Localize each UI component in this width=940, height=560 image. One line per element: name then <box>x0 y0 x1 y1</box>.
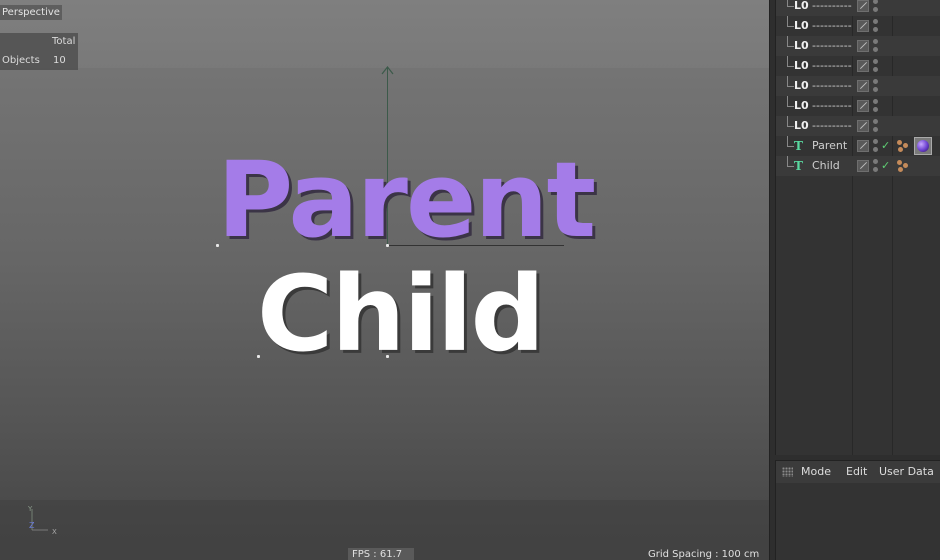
viewport-top-band <box>0 0 769 68</box>
visibility-dots-icon[interactable] <box>873 19 879 33</box>
grid-spacing-readout: Grid Spacing : 100 cm <box>648 549 760 560</box>
tree-branch <box>784 16 794 36</box>
null-icon: L0 <box>794 99 809 112</box>
layer-toggle-icon[interactable] <box>857 40 869 52</box>
tree-branch <box>784 76 794 96</box>
object-manager[interactable]: L0 ---------- L0 ---------- L0 ---------- L0 --… <box>775 0 940 455</box>
layer-toggle-icon[interactable] <box>857 60 869 72</box>
object-row[interactable]: L0 ---------- <box>776 16 940 36</box>
gizmo-x-label: X <box>52 528 57 535</box>
visibility-dots-icon[interactable] <box>873 99 879 113</box>
object-row[interactable]: T Parent ✓ <box>776 136 940 156</box>
visibility-dots-icon[interactable] <box>873 119 879 133</box>
visibility-dots-icon[interactable] <box>873 79 879 93</box>
parent-pivot-point[interactable] <box>386 244 389 247</box>
menu-mode[interactable]: Mode <box>801 461 831 483</box>
tree-branch <box>784 116 794 136</box>
object-row[interactable]: L0 ---------- <box>776 56 940 76</box>
object-name[interactable]: ---------- <box>812 0 852 16</box>
scene-info-hud: Total Objects 10 <box>0 33 78 70</box>
object-name[interactable]: ---------- <box>812 116 852 136</box>
tree-branch <box>784 136 794 156</box>
visibility-dots-icon[interactable] <box>873 159 879 173</box>
object-list: L0 ---------- L0 ---------- L0 ---------- L0 --… <box>776 0 940 176</box>
enabled-check-icon[interactable]: ✓ <box>881 136 890 156</box>
layer-toggle-icon[interactable] <box>857 160 869 172</box>
material-tag-icon[interactable] <box>914 137 932 155</box>
layer-toggle-icon[interactable] <box>857 0 869 12</box>
hud-objects-count: 10 <box>53 55 66 66</box>
text-spline-icon: T <box>794 159 803 173</box>
null-icon: L0 <box>794 59 809 72</box>
child-anchor-point[interactable] <box>257 355 260 358</box>
child-text-object[interactable]: Child <box>257 262 545 366</box>
null-icon: L0 <box>794 119 809 132</box>
text-spline-icon: T <box>794 139 803 153</box>
perspective-viewport[interactable]: Perspective Total Objects 10 Parent Chil… <box>0 0 770 560</box>
y-axis-arrow-icon <box>381 66 394 75</box>
axis-gizmo-icon: Y Z X <box>27 505 57 535</box>
null-icon: L0 <box>794 79 809 92</box>
hud-objects-label: Objects <box>2 55 40 66</box>
child-pivot-point[interactable] <box>386 355 389 358</box>
tag-icon[interactable] <box>896 139 910 153</box>
object-row[interactable]: T Child ✓ <box>776 156 940 176</box>
tree-branch <box>784 36 794 56</box>
parent-anchor-point[interactable] <box>216 244 219 247</box>
tree-branch <box>784 96 794 116</box>
object-name[interactable]: Parent <box>812 136 847 156</box>
fps-readout: FPS : 61.7 <box>348 548 414 560</box>
grip-icon[interactable] <box>782 467 793 477</box>
view-label[interactable]: Perspective <box>0 5 62 20</box>
visibility-dots-icon[interactable] <box>873 39 879 53</box>
object-row[interactable]: L0 ---------- <box>776 0 940 16</box>
tree-branch <box>784 156 794 176</box>
menu-edit[interactable]: Edit <box>846 461 867 483</box>
object-name[interactable]: ---------- <box>812 16 852 36</box>
object-name[interactable]: ---------- <box>812 96 852 116</box>
null-icon: L0 <box>794 0 809 12</box>
layer-toggle-icon[interactable] <box>857 20 869 32</box>
menu-user-data[interactable]: User Data <box>879 461 934 483</box>
null-icon: L0 <box>794 39 809 52</box>
attribute-manager: Mode Edit User Data <box>775 460 940 560</box>
hud-total-label: Total <box>52 36 76 47</box>
gizmo-y-label: Y <box>27 505 33 513</box>
object-row[interactable]: L0 ---------- <box>776 76 940 96</box>
layer-toggle-icon[interactable] <box>857 140 869 152</box>
visibility-dots-icon[interactable] <box>873 139 879 153</box>
null-icon: L0 <box>794 19 809 32</box>
object-row[interactable]: L0 ---------- <box>776 116 940 136</box>
object-name[interactable]: ---------- <box>812 76 852 96</box>
enabled-check-icon[interactable]: ✓ <box>881 156 890 176</box>
object-name[interactable]: Child <box>812 156 840 176</box>
layer-toggle-icon[interactable] <box>857 100 869 112</box>
tree-branch <box>784 56 794 76</box>
object-name[interactable]: ---------- <box>812 36 852 56</box>
layer-toggle-icon[interactable] <box>857 120 869 132</box>
object-name[interactable]: ---------- <box>812 56 852 76</box>
tag-icon[interactable] <box>896 159 910 173</box>
visibility-dots-icon[interactable] <box>873 59 879 73</box>
tree-branch <box>784 0 794 16</box>
gizmo-z-label: Z <box>29 521 35 530</box>
visibility-dots-icon[interactable] <box>873 0 879 13</box>
attribute-menu-bar: Mode Edit User Data <box>776 461 940 483</box>
parent-text-object[interactable]: Parent <box>217 148 596 252</box>
object-row[interactable]: L0 ---------- <box>776 96 940 116</box>
layer-toggle-icon[interactable] <box>857 80 869 92</box>
object-row[interactable]: L0 ---------- <box>776 36 940 56</box>
